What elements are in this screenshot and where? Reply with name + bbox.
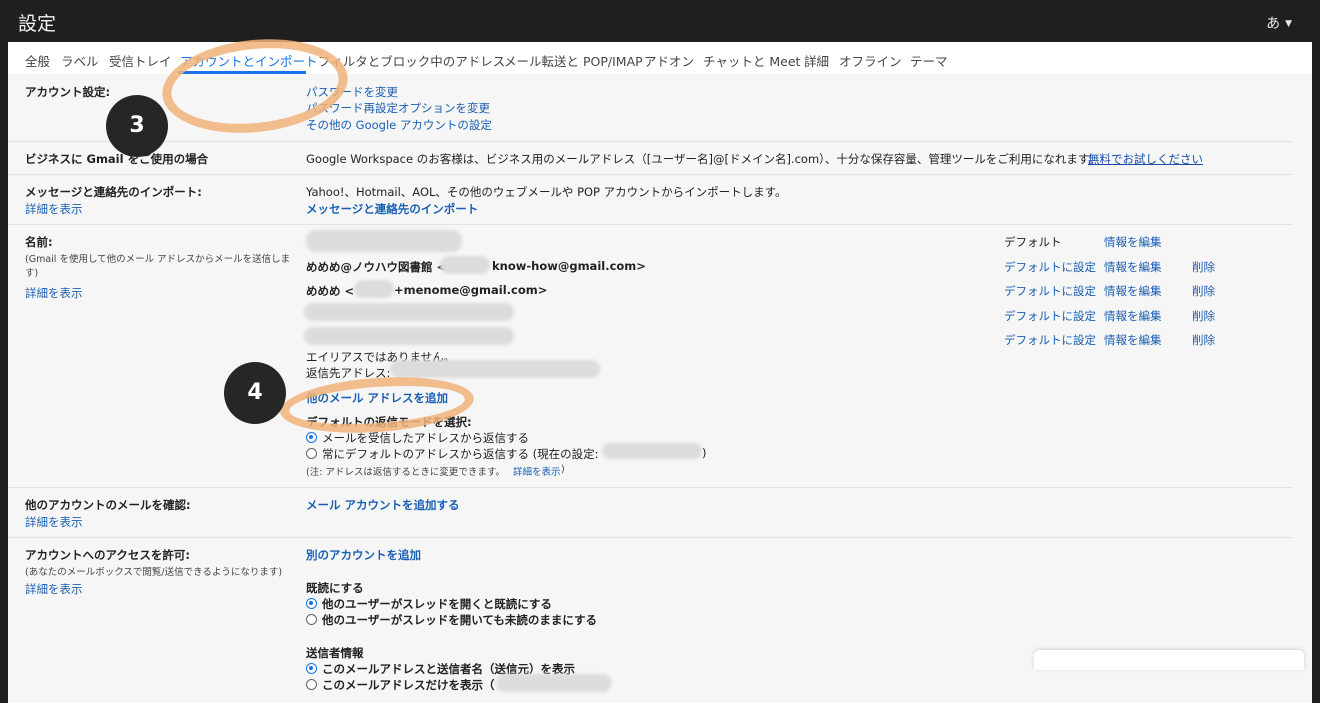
redacted-address	[440, 256, 490, 274]
grant-access-label: アカウントへのアクセスを許可:	[25, 548, 191, 562]
edit-info-link[interactable]: 情報を編集	[1104, 332, 1162, 348]
tab-filters[interactable]: フィルタとブロック中のアドレス	[318, 51, 505, 70]
settings-content: アカウント設定: パスワードを変更 パスワード再設定オプションを変更 その他の …	[8, 30, 1312, 703]
delete-link[interactable]: 削除	[1192, 332, 1215, 348]
add-another-account-link[interactable]: 別のアカウントを追加	[306, 547, 421, 563]
account-address: めめめ <	[306, 284, 355, 298]
show-address-and-sender-radio[interactable]	[306, 663, 317, 674]
account-address: めめめ@ノウハウ図書館 <	[306, 260, 447, 274]
redacted-address	[602, 443, 702, 459]
free-trial-link[interactable]: 無料でお試しください	[1088, 151, 1203, 167]
step-marker-3: 3	[106, 95, 168, 157]
title-bar: 設定 あ ▼	[0, 0, 1320, 42]
redacted-address	[304, 327, 514, 345]
edit-info-link[interactable]: 情報を編集	[1104, 234, 1162, 250]
show-address-only-option: このメールアドレスだけを表示（	[322, 678, 495, 692]
business-text: Google Workspace のお客様は、ビジネス用のメールアドレス（[ユー…	[306, 152, 1100, 166]
import-label: メッセージと連絡先のインポート:	[25, 185, 202, 199]
tab-themes[interactable]: テーマ	[910, 51, 948, 70]
import-messages-link[interactable]: メッセージと連絡先のインポート	[306, 201, 478, 217]
add-mail-account-link[interactable]: メール アカウントを追加する	[306, 497, 460, 513]
import-details-link[interactable]: 詳細を表示	[25, 201, 83, 217]
edit-info-link[interactable]: 情報を編集	[1104, 259, 1162, 275]
delete-link[interactable]: 削除	[1192, 308, 1215, 324]
grant-access-sub: (あなたのメールボックスで閲覧/送信できるようになります)	[25, 567, 283, 578]
grant-access-details-link[interactable]: 詳細を表示	[25, 581, 83, 597]
name-sub-line1: (Gmail を使用して他のメール アドレスからメールを送信しま	[25, 254, 291, 265]
name-sub-line2: す)	[25, 268, 39, 279]
chevron-down-icon: ▼	[1285, 19, 1292, 29]
step-marker-4: 4	[224, 362, 286, 424]
tab-labels[interactable]: ラベル	[61, 51, 99, 70]
default-status: デフォルト	[1004, 235, 1062, 249]
account-settings-label: アカウント設定:	[25, 85, 111, 99]
tab-advanced[interactable]: 詳細	[804, 51, 829, 70]
reply-from-default-radio[interactable]	[306, 448, 317, 459]
set-default-link[interactable]: デフォルトに設定	[1004, 283, 1096, 299]
name-label: 名前:	[25, 235, 53, 249]
edit-info-link[interactable]: 情報を編集	[1104, 283, 1162, 299]
tab-forwarding-pop-imap[interactable]: メール転送と POP/IMAP	[504, 51, 643, 70]
settings-frame: 全般 ラベル 受信トレイ アカウントとインポート フィルタとブロック中のアドレス…	[8, 30, 1312, 703]
bottom-popup-panel	[1034, 650, 1304, 670]
ime-label: あ	[1266, 16, 1281, 32]
section-grant-access: アカウントへのアクセスを許可: (あなたのメールボックスで閲覧/送信できるように…	[8, 538, 1292, 703]
account-address-tail: know-how@gmail.com>	[492, 259, 646, 273]
section-name: 名前: (Gmail を使用して他のメール アドレスからメールを送信しま す) …	[8, 225, 1292, 488]
mark-read-radio[interactable]	[306, 598, 317, 609]
show-address-only-radio[interactable]	[306, 679, 317, 690]
mark-read-option: 他のユーザーがスレッドを開くと既読にする	[322, 597, 552, 611]
redacted-address	[354, 280, 394, 298]
redacted-address	[496, 674, 612, 692]
section-business: ビジネスに Gmail をご使用の場合 Google Workspace のお客…	[8, 142, 1292, 175]
gmail-settings-window: 設定 あ ▼ 全般 ラベル 受信トレイ アカウントとインポート フィルタとブロック…	[0, 0, 1320, 703]
account-address-tail: +menome@gmail.com>	[394, 283, 548, 297]
check-mail-details-link[interactable]: 詳細を表示	[25, 514, 83, 530]
name-details-link[interactable]: 詳細を表示	[25, 285, 83, 301]
redacted-address	[304, 303, 514, 321]
ime-indicator[interactable]: あ ▼	[1266, 13, 1292, 33]
delete-link[interactable]: 削除	[1192, 259, 1215, 275]
other-google-settings-link[interactable]: その他の Google アカウントの設定	[306, 117, 492, 133]
reply-from-default-label: 常にデフォルトのアドレスから返信する (現在の設定:	[322, 447, 599, 461]
reply-from-received-radio[interactable]	[306, 432, 317, 443]
tab-inbox[interactable]: 受信トレイ	[109, 51, 172, 70]
section-import: メッセージと連絡先のインポート: 詳細を表示 Yahoo!、Hotmail、AO…	[8, 175, 1292, 225]
tab-offline[interactable]: オフライン	[839, 51, 902, 70]
sender-info-label: 送信者情報	[306, 646, 364, 660]
business-label: ビジネスに Gmail をご使用の場合	[25, 152, 209, 166]
tab-general[interactable]: 全般	[25, 51, 50, 70]
delete-link[interactable]: 削除	[1192, 283, 1215, 299]
reply-note-details-link[interactable]: 詳細を表示	[513, 464, 561, 478]
tab-addons[interactable]: アドオン	[644, 51, 694, 70]
section-check-mail: 他のアカウントのメールを確認: 詳細を表示 メール アカウントを追加する	[8, 488, 1292, 538]
edit-info-link[interactable]: 情報を編集	[1104, 308, 1162, 324]
set-default-link[interactable]: デフォルトに設定	[1004, 332, 1096, 348]
reply-note: (注: アドレスは返信するときに変更できます。	[306, 467, 505, 478]
check-mail-label: 他のアカウントのメールを確認:	[25, 498, 191, 512]
reply-note-end: )	[561, 464, 565, 475]
mark-read-label: 既読にする	[306, 581, 364, 595]
import-description: Yahoo!、Hotmail、AOL、その他のウェブメールや POP アカウント…	[306, 185, 787, 199]
page-title: 設定	[18, 13, 57, 35]
redacted-address	[306, 230, 462, 252]
set-default-link[interactable]: デフォルトに設定	[1004, 308, 1096, 324]
reply-from-default-suffix: )	[702, 446, 707, 460]
keep-unread-option: 他のユーザーがスレッドを開いても未読のままにする	[322, 613, 597, 627]
tab-chat-meet[interactable]: チャットと Meet	[703, 51, 800, 70]
keep-unread-radio[interactable]	[306, 614, 317, 625]
redacted-address	[390, 360, 600, 378]
set-default-link[interactable]: デフォルトに設定	[1004, 259, 1096, 275]
